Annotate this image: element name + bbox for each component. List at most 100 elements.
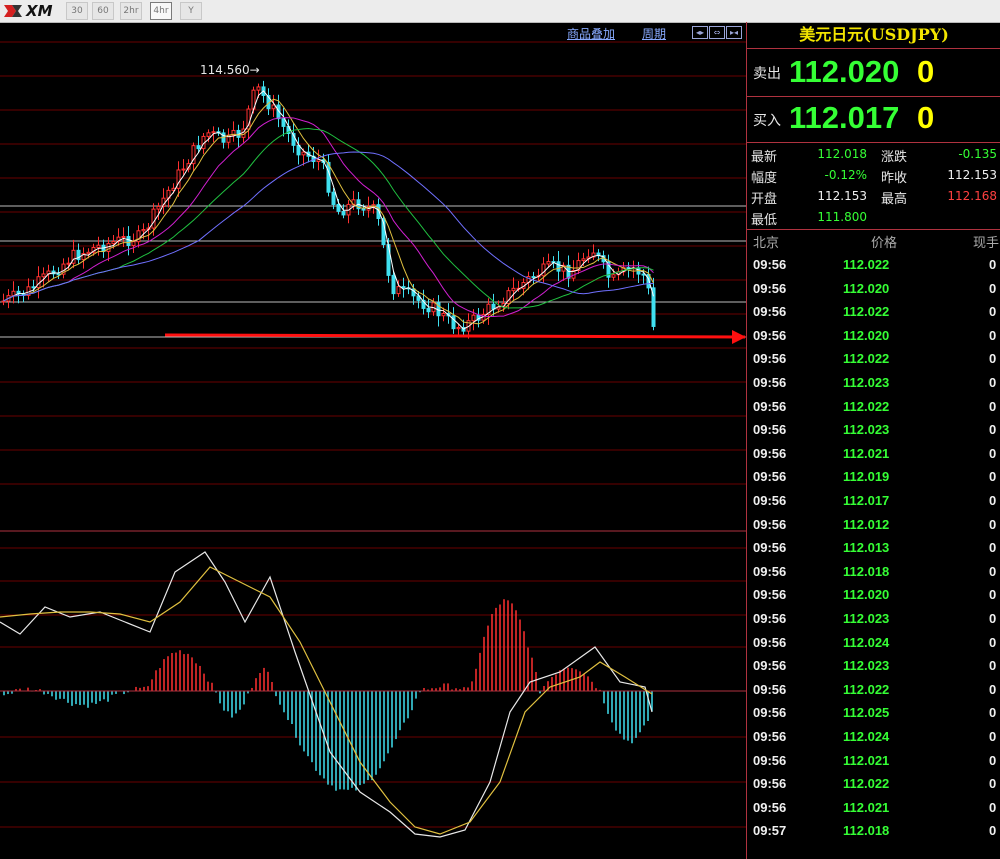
price-chart[interactable]: 114.560→ — [0, 22, 746, 859]
timeframe-y-label: Y — [188, 6, 194, 16]
tick-row: 09:56 112.022 0 — [747, 253, 1000, 277]
candle-body — [391, 274, 396, 295]
tick-row: 09:56 112.023 0 — [747, 607, 1000, 631]
tick-volume: 0 — [989, 445, 997, 461]
tick-volume: 0 — [989, 658, 997, 674]
candle-body — [556, 261, 561, 272]
tick-volume: 0 — [989, 516, 997, 532]
tick-header-price: 价格 — [871, 236, 898, 251]
stat-value-range: -0.12% — [824, 168, 867, 182]
divider — [747, 142, 1000, 143]
tick-row: 09:56 112.020 0 — [747, 277, 1000, 301]
tick-price: 112.022 — [843, 351, 890, 367]
tick-price: 112.023 — [843, 422, 890, 438]
candle-body — [511, 287, 516, 292]
tick-volume: 0 — [989, 705, 997, 721]
tick-header-time: 北京 — [753, 236, 780, 251]
logo-text: XM — [26, 2, 53, 20]
tick-row: 09:56 112.023 0 — [747, 418, 1000, 442]
nav-left-icon[interactable]: ◂▸ — [692, 26, 708, 39]
stat-value-latest: 112.018 — [817, 147, 867, 161]
candle-body — [531, 276, 536, 279]
tick-time: 09:56 — [753, 563, 787, 579]
candle-body — [426, 307, 431, 313]
tick-row: 09:56 112.021 0 — [747, 749, 1000, 773]
timeframe-30-button[interactable]: 30 — [66, 2, 88, 20]
stat-label-change: 涨跌 — [881, 150, 908, 165]
tick-row: 09:56 112.019 0 — [747, 465, 1000, 489]
timeframe-y-button[interactable]: Y — [180, 2, 202, 20]
tick-price: 112.018 — [843, 563, 890, 579]
tick-volume: 0 — [989, 257, 997, 272]
stat-label-open: 开盘 — [751, 192, 778, 207]
candle-body — [456, 327, 461, 330]
tick-row: 09:56 112.024 0 — [747, 631, 1000, 655]
buy-label: 买入 — [753, 113, 781, 129]
candle-body — [541, 263, 546, 277]
tick-volume: 0 — [989, 776, 997, 792]
candle-body — [66, 262, 71, 265]
candle-body — [196, 145, 201, 150]
tick-row: 09:56 112.021 0 — [747, 796, 1000, 820]
tick-price: 112.021 — [843, 445, 890, 461]
tick-price: 112.021 — [843, 799, 890, 815]
xm-logo-mark-icon — [4, 5, 22, 17]
stat-label-high: 最高 — [881, 192, 908, 207]
tick-time: 09:56 — [753, 398, 787, 414]
symbol-title: 美元日元(USDJPY) — [799, 25, 949, 44]
period-link[interactable]: 周期 — [642, 25, 666, 42]
candle-body — [361, 208, 366, 211]
tick-price: 112.022 — [843, 681, 890, 697]
tick-header-volume: 现手 — [973, 236, 1000, 251]
tick-volume: 0 — [989, 327, 997, 343]
tick-time: 09:56 — [753, 375, 787, 390]
macd-dea-line — [0, 566, 653, 835]
candle-body — [141, 229, 146, 232]
tick-time: 09:56 — [753, 516, 787, 532]
timeframe-2hr-button[interactable]: 2hr — [120, 2, 142, 20]
candle-body — [181, 168, 186, 171]
divider — [747, 48, 1000, 49]
candle-body — [156, 205, 161, 210]
candle-body — [151, 208, 156, 229]
candle-body — [1, 300, 6, 303]
tick-time: 09:56 — [753, 304, 787, 320]
tick-row: 09:56 112.022 0 — [747, 772, 1000, 796]
tick-time: 09:56 — [753, 422, 787, 438]
tick-price: 112.023 — [843, 375, 890, 390]
nav-right-icon[interactable]: ▸◂ — [726, 26, 742, 39]
buy-price: 112.017 — [789, 100, 900, 135]
tick-price: 112.024 — [843, 729, 890, 744]
stat-label-range: 幅度 — [751, 171, 778, 186]
tick-price: 112.021 — [843, 752, 890, 768]
tick-volume: 0 — [989, 540, 997, 556]
candle-body — [396, 286, 401, 295]
stat-value-high: 112.168 — [947, 189, 997, 203]
nav-expand-icon[interactable]: ⇔ — [709, 26, 725, 39]
timeframe-4hr-button[interactable]: 4hr — [150, 2, 172, 20]
tick-time: 09:56 — [753, 469, 787, 485]
tick-price: 112.020 — [843, 327, 890, 343]
toolbar: XM 30 60 2hr 4hr Y — [0, 0, 1000, 23]
high-price-label: 114.560→ — [200, 63, 260, 77]
tick-price: 112.020 — [843, 280, 890, 296]
tick-row: 09:56 112.022 0 — [747, 300, 1000, 324]
candle-body — [441, 312, 446, 317]
candle-body — [206, 132, 211, 137]
timeframe-60-button[interactable]: 60 — [92, 2, 114, 20]
candle-body — [211, 131, 216, 134]
tick-volume: 0 — [989, 398, 997, 414]
overlay-link[interactable]: 商品叠加 — [567, 25, 615, 42]
tick-volume: 0 — [989, 823, 997, 839]
tick-row: 09:56 112.020 0 — [747, 324, 1000, 348]
stat-value-low: 111.800 — [817, 210, 867, 224]
tick-price: 112.012 — [843, 516, 890, 532]
tick-volume: 0 — [989, 304, 997, 320]
tick-price: 112.018 — [843, 823, 890, 839]
tick-price: 112.024 — [843, 634, 890, 650]
tick-volume: 0 — [989, 752, 997, 768]
tick-row: 09:57 112.018 0 — [747, 819, 1000, 843]
stat-label-prev-close: 昨收 — [881, 171, 908, 186]
tick-price: 112.013 — [843, 540, 890, 556]
candle-body — [31, 286, 36, 289]
